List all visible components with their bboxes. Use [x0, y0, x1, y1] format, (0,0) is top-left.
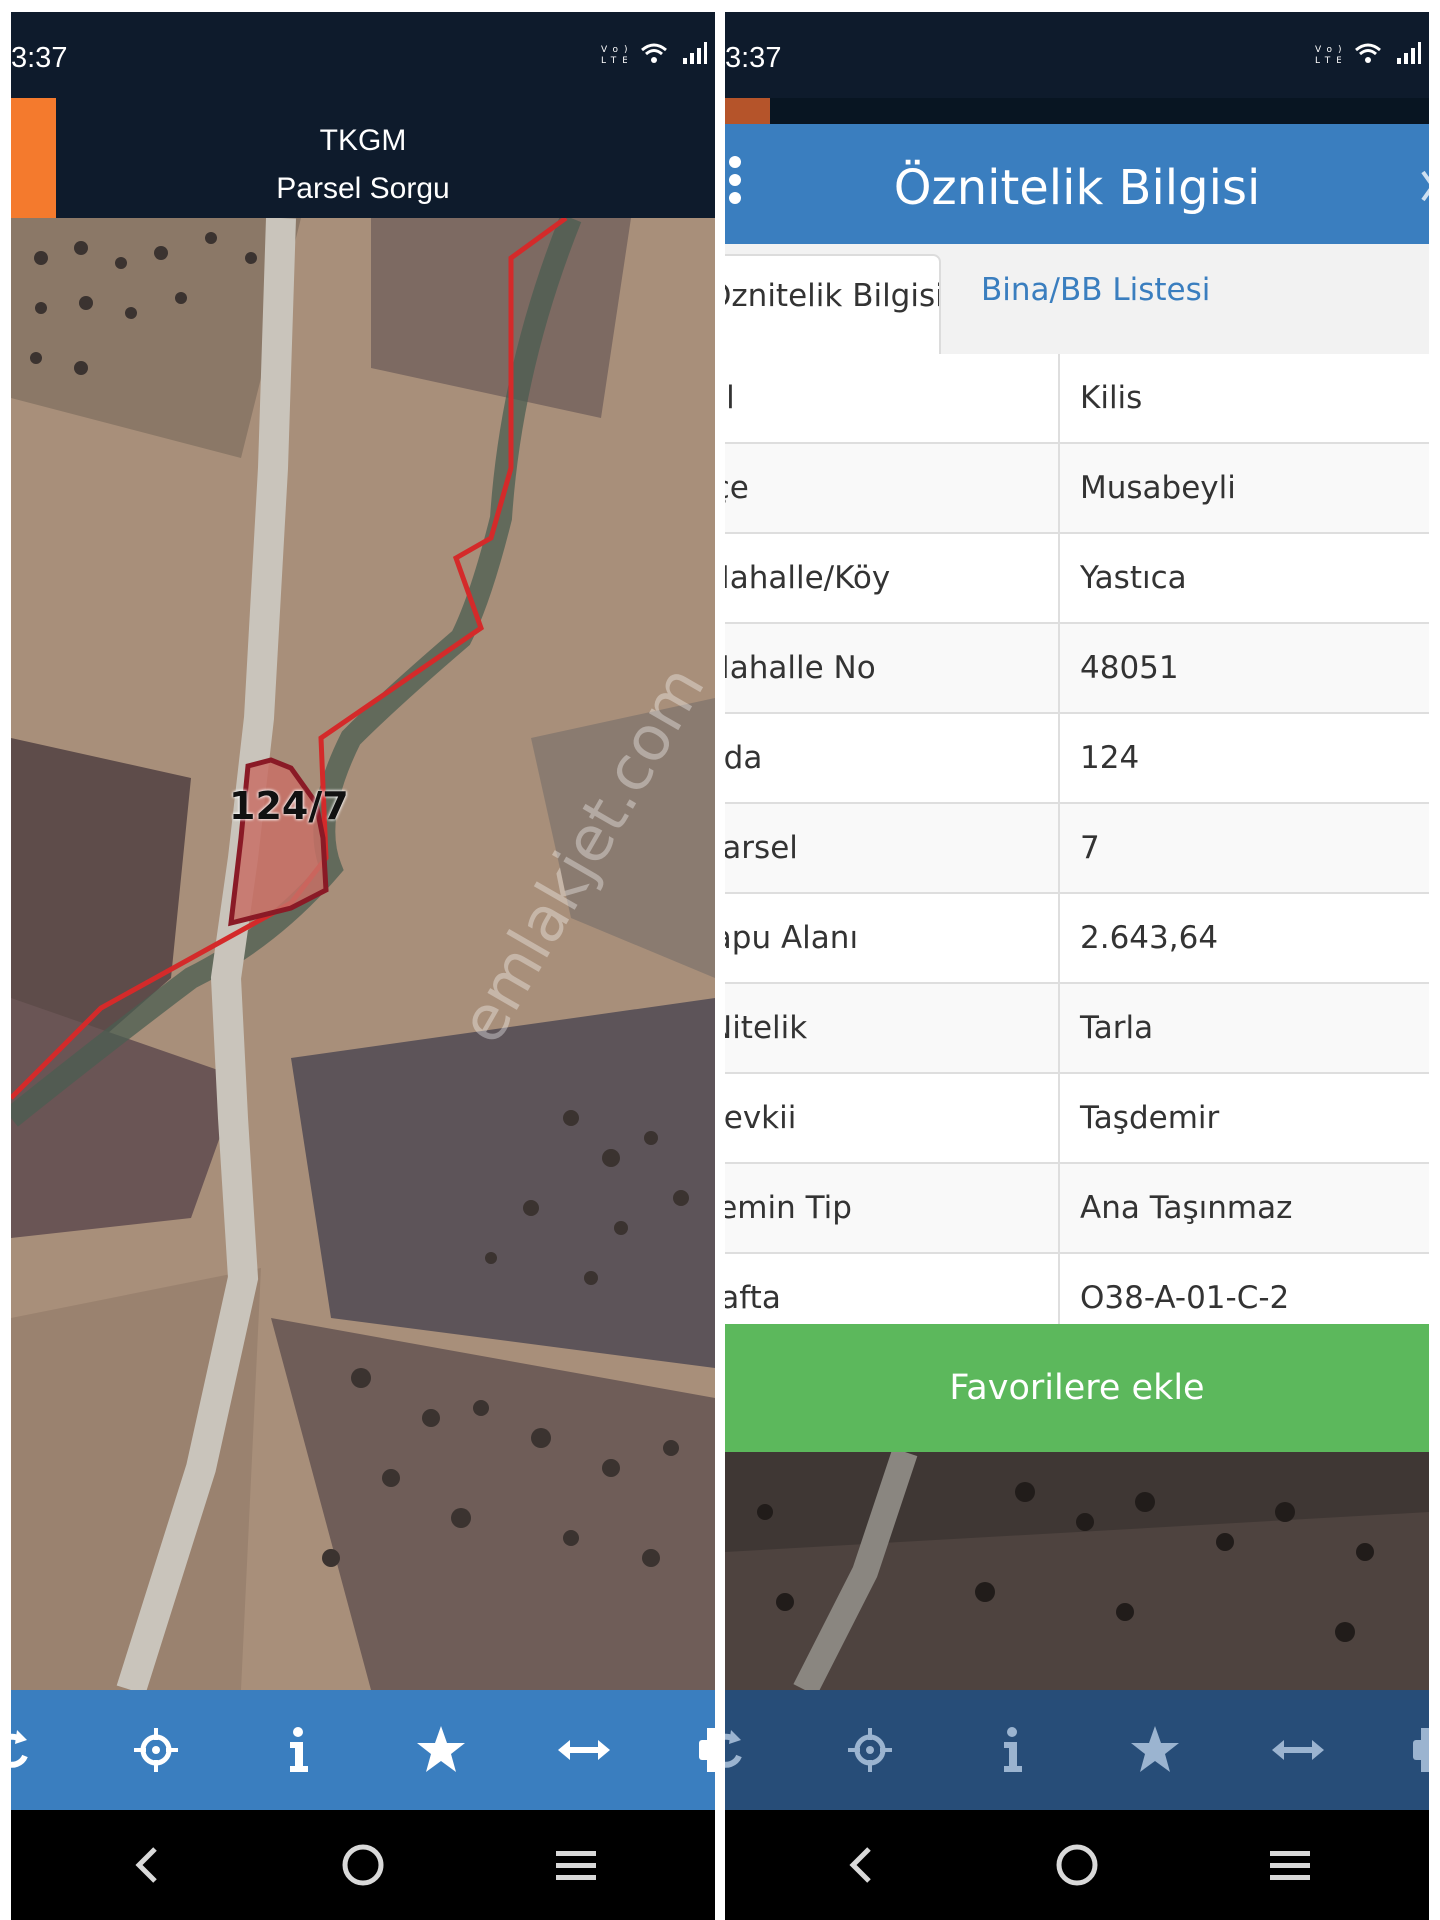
tab-oznitelik-bilgisi[interactable]: Öznitelik Bilgisi	[725, 254, 941, 356]
app-subtitle: Parsel Sorgu	[276, 172, 450, 205]
recents-icon[interactable]	[536, 1835, 616, 1895]
row-key: İlçe	[725, 470, 749, 506]
row-key: Ada	[725, 740, 763, 776]
row-key: Mevkii	[725, 1100, 797, 1136]
add-favorite-button[interactable]: Favorilere ekle	[725, 1324, 1429, 1452]
table-row: Parsel 7	[725, 804, 1429, 894]
table-row: Mahalle/Köy Yastıca	[725, 534, 1429, 624]
back-icon[interactable]	[825, 1835, 905, 1895]
app-header: TKGM Parsel Sorgu	[11, 98, 715, 218]
row-key: Parsel	[725, 830, 798, 866]
print-icon	[1405, 1720, 1429, 1780]
app-title: TKGM	[319, 124, 407, 157]
info-icon	[982, 1720, 1042, 1780]
map-toolbar	[725, 1690, 1429, 1810]
status-icons: Vo)LTE	[601, 42, 707, 70]
tab-bina-bb-listesi[interactable]: Bina/BB Listesi	[981, 272, 1210, 308]
row-value: Tarla	[1080, 1010, 1154, 1046]
recents-icon[interactable]	[1250, 1835, 1330, 1895]
left-phone-screen: 3:37 Vo)LTE TKGM Parsel Sorgu	[11, 0, 715, 1920]
table-row: Nitelik Tarla	[725, 984, 1429, 1074]
status-icons: Vo)LTE	[1315, 42, 1421, 70]
close-icon[interactable]	[1419, 168, 1429, 204]
row-value: 48051	[1080, 650, 1179, 686]
svg-text:Vo): Vo)	[601, 45, 627, 55]
parcel-label: 124/7	[229, 784, 349, 828]
attribute-table: İl Kilis İlçe Musabeyli Mahalle/Köy Yastıca…	[725, 354, 1429, 1344]
row-value: Kilis	[1080, 380, 1143, 416]
signal-icon	[1397, 42, 1421, 64]
menu-handle	[725, 98, 770, 124]
tab-label: Öznitelik Bilgisi	[725, 278, 941, 314]
table-row: Mevkii Taşdemir	[725, 1074, 1429, 1164]
table-row: Tapu Alanı 2.643,64	[725, 894, 1429, 984]
refresh-icon	[725, 1720, 755, 1780]
table-row: Ada 124	[725, 714, 1429, 804]
android-nav-bar	[11, 1810, 715, 1920]
row-key: Mahalle/Köy	[725, 560, 891, 596]
tab-bar: Öznitelik Bilgisi Bina/BB Listesi	[725, 244, 1429, 356]
svg-text:LTE: LTE	[601, 56, 627, 64]
row-key: Zemin Tip	[725, 1190, 852, 1226]
table-row: İl Kilis	[725, 354, 1429, 444]
refresh-icon[interactable]	[11, 1720, 41, 1780]
svg-text:Vo): Vo)	[1315, 45, 1341, 55]
signal-icon	[683, 42, 707, 64]
status-bar: 3:37 Vo)LTE	[11, 12, 715, 98]
status-time: 3:37	[11, 42, 68, 74]
table-row: İlçe Musabeyli	[725, 444, 1429, 534]
svg-text:LTE: LTE	[1315, 56, 1341, 64]
row-key: Mahalle No	[725, 650, 876, 686]
row-value: Taşdemir	[1080, 1100, 1220, 1136]
dialog-title: Öznitelik Bilgisi	[893, 160, 1261, 216]
wifi-icon	[1355, 43, 1381, 63]
table-row: Zemin Tip Ana Taşınmaz	[725, 1164, 1429, 1254]
table-row: Mahalle No 48051	[725, 624, 1429, 714]
info-icon[interactable]	[268, 1720, 328, 1780]
row-key: İl	[725, 380, 735, 416]
satellite-map	[725, 1452, 1429, 1690]
home-icon[interactable]	[323, 1835, 403, 1895]
status-time: 3:37	[725, 42, 782, 74]
right-phone-screen: 3:37 Vo)LTE Öznitelik Bilgisi Öznitelik …	[725, 0, 1429, 1920]
crosshair-icon[interactable]	[126, 1720, 186, 1780]
header-strip	[770, 98, 1429, 124]
map-toolbar	[11, 1690, 715, 1810]
volte-lte-icon: Vo)LTE	[1315, 45, 1342, 66]
dialog-header: Öznitelik Bilgisi	[725, 124, 1429, 244]
row-key: Tapu Alanı	[725, 920, 859, 956]
home-icon[interactable]	[1037, 1835, 1117, 1895]
volte-lte-icon: Vo)LTE	[601, 45, 628, 66]
measure-icon[interactable]	[554, 1720, 614, 1780]
row-value: Musabeyli	[1080, 470, 1236, 506]
back-icon[interactable]	[111, 1835, 191, 1895]
row-value: Yastıca	[1080, 560, 1187, 596]
satellite-map[interactable]: 124/7 emlakjet.com	[11, 218, 715, 1690]
status-bar: 3:37 Vo)LTE	[725, 12, 1429, 98]
star-icon[interactable]	[411, 1720, 471, 1780]
row-value: 124	[1080, 740, 1140, 776]
print-icon[interactable]	[691, 1720, 715, 1780]
android-nav-bar	[725, 1810, 1429, 1920]
row-value: 2.643,64	[1080, 920, 1219, 956]
wifi-icon	[641, 43, 667, 63]
row-key: Nitelik	[725, 1010, 808, 1046]
star-icon	[1125, 1720, 1185, 1780]
measure-icon	[1268, 1720, 1328, 1780]
row-value: 7	[1080, 830, 1100, 866]
row-value: Ana Taşınmaz	[1080, 1190, 1293, 1226]
crosshair-icon	[840, 1720, 900, 1780]
